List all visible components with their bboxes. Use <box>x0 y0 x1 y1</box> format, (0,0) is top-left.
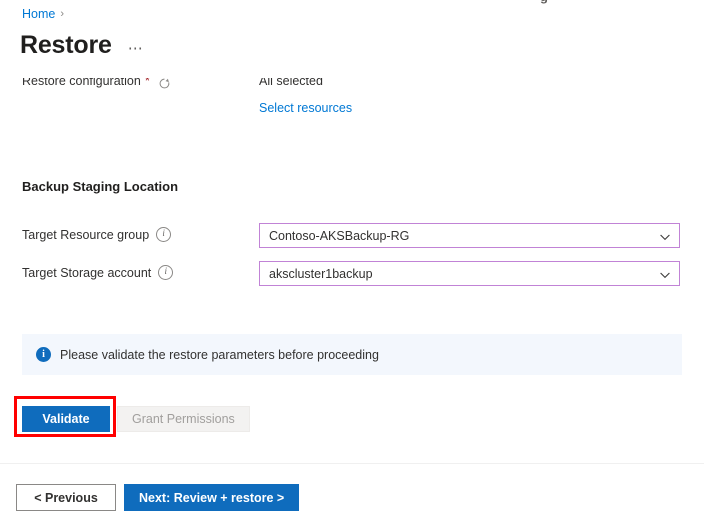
required-asterisk: * <box>145 78 150 86</box>
refresh-icon[interactable] <box>158 78 171 90</box>
target-storage-account-label-group: Target Storage account <box>22 265 173 280</box>
clipped-top-fragment: g <box>0 0 704 4</box>
restore-configuration-label: Restore configuration <box>22 78 141 90</box>
target-resource-group-row: Target Resource group Contoso-AKSBackup-… <box>0 223 704 249</box>
chevron-down-icon <box>659 268 671 280</box>
more-options-icon[interactable]: ⋯ <box>128 39 144 57</box>
breadcrumb: Home › <box>22 6 64 22</box>
restore-configuration-value: All selected <box>259 78 323 90</box>
validation-info-banner: Please validate the restore parameters b… <box>22 334 682 375</box>
next-review-restore-button[interactable]: Next: Review + restore > <box>124 484 299 511</box>
target-storage-account-row: Target Storage account akscluster1backup <box>0 261 704 287</box>
info-circle-icon[interactable] <box>158 265 173 280</box>
chevron-down-icon <box>659 230 671 242</box>
clipped-top-text: g <box>540 0 548 4</box>
previous-button[interactable]: < Previous <box>16 484 116 511</box>
target-storage-account-label: Target Storage account <box>22 266 151 280</box>
backup-staging-location-heading: Backup Staging Location <box>22 179 178 194</box>
target-storage-account-value: akscluster1backup <box>269 267 659 281</box>
select-resources-link[interactable]: Select resources <box>259 99 352 117</box>
restore-configuration-label-group: Restore configuration * <box>22 78 171 90</box>
action-buttons-row: Validate Grant Permissions <box>22 406 250 432</box>
page-title: Restore <box>20 30 112 60</box>
target-resource-group-value: Contoso-AKSBackup-RG <box>269 229 659 243</box>
wizard-navigation-row: < Previous Next: Review + restore > <box>16 484 299 511</box>
target-resource-group-label-group: Target Resource group <box>22 227 171 242</box>
footer-divider <box>0 463 704 464</box>
breadcrumb-item-home[interactable]: Home <box>22 6 55 22</box>
validate-button[interactable]: Validate <box>22 406 110 432</box>
breadcrumb-separator-icon: › <box>60 6 64 22</box>
page-title-row: Restore ⋯ <box>20 30 144 60</box>
target-resource-group-dropdown[interactable]: Contoso-AKSBackup-RG <box>259 223 680 248</box>
info-filled-icon <box>36 347 51 362</box>
target-storage-account-dropdown[interactable]: akscluster1backup <box>259 261 680 286</box>
target-resource-group-label: Target Resource group <box>22 228 149 242</box>
info-circle-icon[interactable] <box>156 227 171 242</box>
grant-permissions-button[interactable]: Grant Permissions <box>117 406 250 432</box>
validation-info-banner-text: Please validate the restore parameters b… <box>60 348 379 362</box>
